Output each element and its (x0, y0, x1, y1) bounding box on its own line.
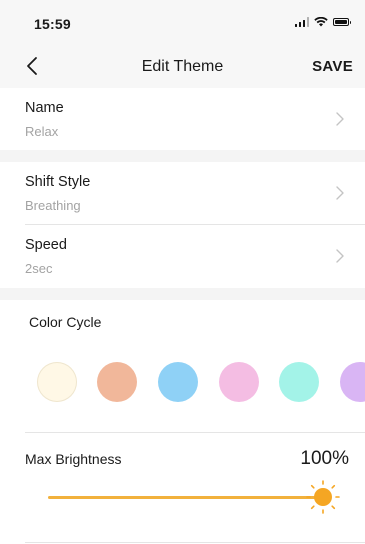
setting-row-speed[interactable]: Speed 2sec (0, 225, 365, 287)
chevron-right-icon (336, 186, 344, 200)
status-icons (294, 17, 351, 27)
max-brightness-label: Max Brightness (25, 451, 122, 467)
setting-value: Relax (25, 124, 59, 139)
section-divider (25, 432, 365, 433)
battery-icon (333, 18, 351, 26)
setting-title: Speed (25, 237, 67, 253)
chevron-right-icon (336, 249, 344, 263)
color-cycle-label: Color Cycle (29, 314, 102, 330)
section-gap (0, 150, 365, 162)
color-cycle-swatches (0, 362, 365, 402)
brightness-slider[interactable] (48, 496, 320, 499)
status-bar: 15:59 (0, 0, 365, 46)
color-swatch[interactable] (37, 362, 77, 402)
color-swatch[interactable] (340, 362, 365, 402)
chevron-right-icon (336, 112, 344, 126)
sun-icon[interactable] (305, 479, 341, 515)
wifi-icon (314, 17, 328, 27)
setting-title: Name (25, 100, 64, 116)
bottom-divider (25, 542, 365, 543)
setting-row-shift-style[interactable]: Shift Style Breathing (0, 162, 365, 224)
cellular-signal-icon (294, 17, 309, 27)
setting-title: Shift Style (25, 174, 91, 190)
color-swatch[interactable] (219, 362, 259, 402)
navigation-bar: Edit Theme SAVE (0, 46, 365, 88)
color-swatch[interactable] (97, 362, 137, 402)
section-gap (0, 288, 365, 300)
color-swatch[interactable] (158, 362, 198, 402)
setting-value: Breathing (25, 198, 81, 213)
status-time: 15:59 (34, 16, 71, 32)
color-swatch[interactable] (279, 362, 319, 402)
max-brightness-value: 100% (300, 448, 349, 469)
page-title: Edit Theme (141, 58, 224, 75)
setting-value: 2sec (25, 261, 53, 276)
save-button[interactable]: SAVE (312, 58, 353, 75)
setting-row-name[interactable]: Name Relax (0, 88, 365, 150)
